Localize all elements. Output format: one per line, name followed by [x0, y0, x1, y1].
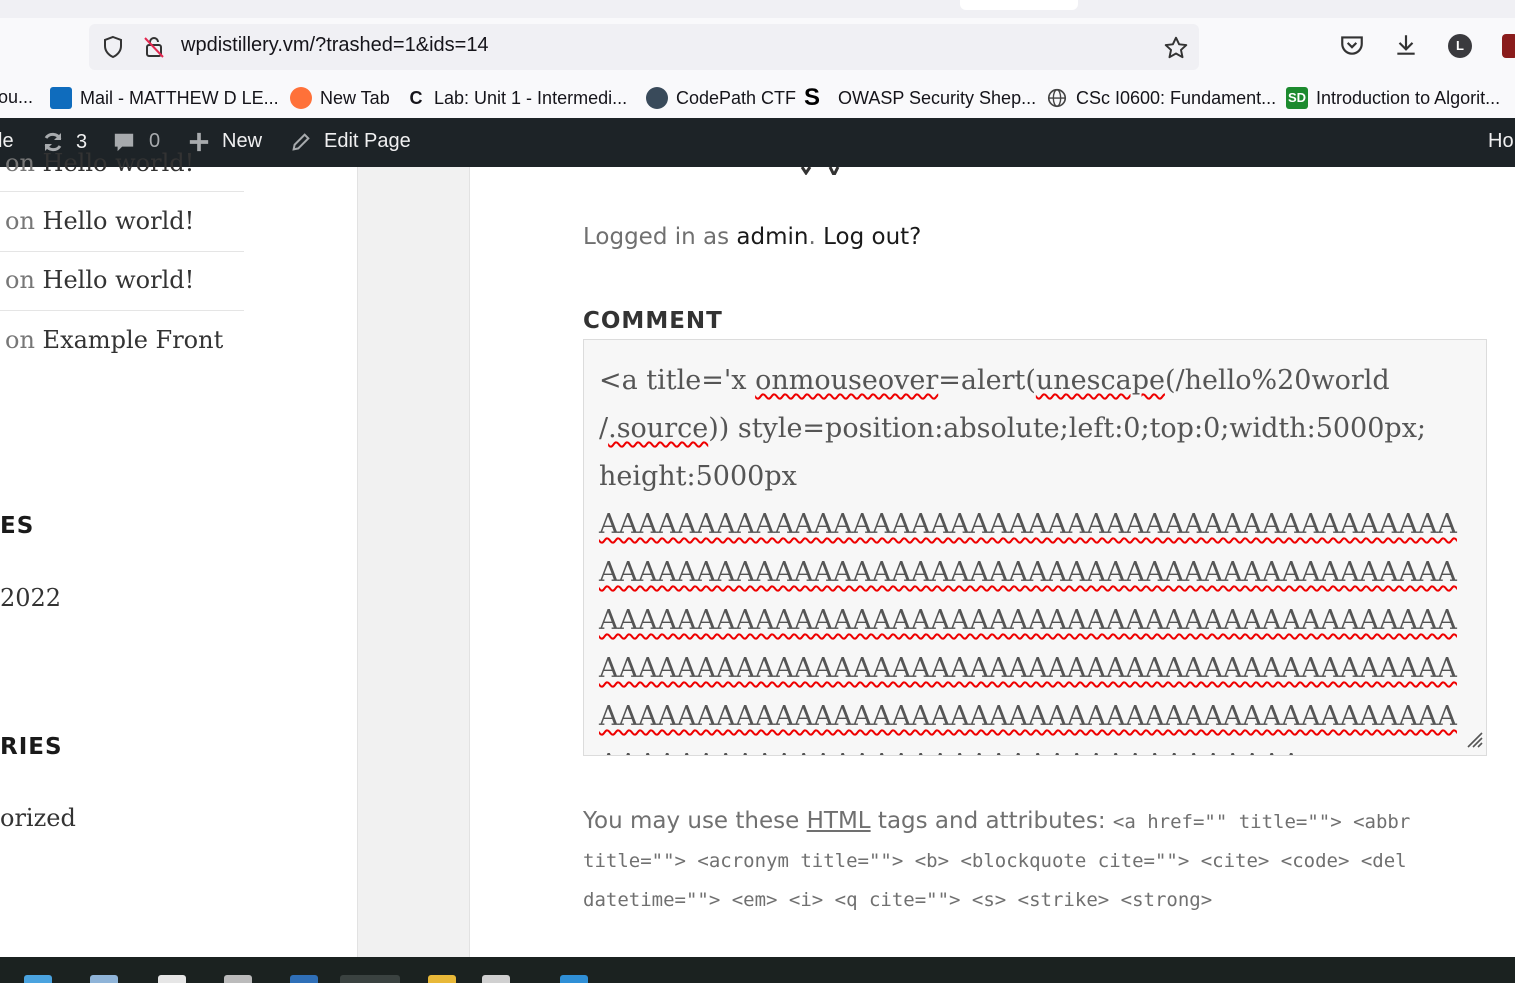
taskbar-app[interactable]: [224, 975, 252, 983]
divider: [0, 310, 244, 311]
edit-page-label: Edit Page: [324, 130, 411, 152]
howdy-account-link[interactable]: Ho: [1488, 130, 1514, 153]
sd-logo-icon: SD: [1286, 87, 1308, 109]
taskbar-app[interactable]: [482, 975, 510, 983]
period: .: [808, 224, 816, 250]
pencil-icon: [290, 131, 312, 153]
bookmark-label: New Tab: [320, 87, 390, 108]
taskbar-app[interactable]: [158, 975, 186, 983]
taskbar-app[interactable]: [90, 975, 118, 983]
recent-comment-item: on Example Front: [5, 326, 223, 354]
on-text: on: [5, 266, 35, 294]
archive-link[interactable]: 2022: [0, 584, 61, 612]
os-taskbar: [0, 957, 1515, 983]
categories-widget-title: RIES: [0, 734, 63, 760]
account-avatar[interactable]: L: [1448, 34, 1472, 58]
allowed-mid: tags and attributes:: [877, 808, 1106, 834]
sidebar: on Hello world! on Hello world! on Hello…: [0, 149, 358, 957]
divider: [0, 191, 244, 192]
firefox-icon: [290, 87, 312, 109]
recent-post-link[interactable]: Hello world!: [43, 149, 195, 177]
recent-post-link[interactable]: Hello world!: [43, 266, 195, 294]
taskbar-app-active[interactable]: [340, 975, 400, 983]
logged-in-prefix: Logged in as: [583, 224, 730, 250]
taskbar-app[interactable]: [24, 975, 52, 983]
bookmark-csc[interactable]: CSc I0600: Fundament...: [1046, 87, 1276, 109]
archives-widget-title: ES: [0, 513, 35, 539]
bookmark-label: OWASP Security Shep...: [838, 87, 1037, 108]
bookmark-algorithms[interactable]: SD Introduction to Algorit...: [1286, 87, 1500, 109]
bookmark-label: CSc I0600: Fundament...: [1076, 87, 1277, 108]
logout-link[interactable]: Log out?: [823, 224, 921, 250]
taskbar-app[interactable]: [560, 975, 588, 983]
allowed-tags-note: You may use these HTML tags and attribut…: [583, 802, 1483, 919]
howdy-fragment: Ho: [1488, 130, 1514, 152]
url-bar[interactable]: wpdistillery.vm/?trashed=1&ids=14: [89, 24, 1199, 70]
recent-comment-item: on Hello world!: [5, 207, 194, 235]
on-text: on: [5, 207, 35, 235]
main-content: Logged in as admin. Log out? COMMENT <a …: [470, 167, 1515, 957]
bookmark-label: Lab: Unit 1 - Intermedi...: [434, 87, 628, 108]
resize-handle-icon[interactable]: [1464, 729, 1484, 753]
edit-page-link[interactable]: Edit Page: [290, 130, 411, 153]
logged-in-line: Logged in as admin. Log out?: [583, 224, 921, 250]
globe-dark-icon: [646, 87, 668, 109]
comment-textarea[interactable]: <a title='x onmouseover=alert(unescape(/…: [583, 339, 1487, 756]
recent-post-link[interactable]: Example Front: [43, 326, 224, 354]
bookmarks-toolbar: ou... Mail - MATTHEW D LE... New Tab C L…: [0, 78, 1515, 118]
downloads-icon[interactable]: [1393, 32, 1419, 62]
wp-admin-bar: le 3 0 New Edit Page Ho: [0, 118, 1515, 167]
recent-post-link[interactable]: Hello world!: [43, 207, 195, 235]
tracking-shield-icon[interactable]: [101, 35, 125, 63]
canvas-icon: C: [409, 88, 423, 108]
recent-comment-item: on Hello world!: [5, 266, 194, 294]
insecure-lock-icon[interactable]: [142, 35, 166, 63]
bookmark-owasp[interactable]: S OWASP Security Shep...: [804, 84, 1037, 111]
bookmark-label: ou...: [0, 87, 34, 107]
navigation-toolbar: wpdistillery.vm/?trashed=1&ids=14: [0, 18, 1515, 78]
admin-profile-link[interactable]: admin: [736, 224, 808, 250]
s-logo-icon: S: [804, 84, 821, 111]
bookmark-label: Mail - MATTHEW D LE...: [80, 87, 279, 108]
on-text: on: [5, 326, 35, 354]
pocket-icon[interactable]: [1339, 32, 1365, 62]
new-label: New: [222, 130, 263, 152]
recent-comment-item: on Hello world!: [5, 149, 194, 177]
bookmark-label: Introduction to Algorit...: [1316, 87, 1501, 108]
content-gutter: [358, 167, 470, 957]
bookmark-mail[interactable]: Mail - MATTHEW D LE...: [50, 87, 279, 109]
bookmark-label: CodePath CTF: [676, 87, 797, 108]
active-tab[interactable]: [960, 0, 1078, 10]
on-text: on: [5, 149, 35, 177]
category-link[interactable]: orized: [0, 804, 76, 832]
bookmark-new-tab[interactable]: New Tab: [290, 87, 390, 109]
tab-strip: [0, 0, 1515, 18]
bookmark-lab-unit[interactable]: C Lab: Unit 1 - Intermedi...: [406, 87, 628, 109]
bookmark-star-icon[interactable]: [1163, 35, 1189, 65]
divider: [0, 251, 244, 252]
taskbar-app[interactable]: [428, 975, 456, 983]
comment-text: <a title='x onmouseover=alert(unescape(/…: [599, 365, 1457, 755]
taskbar-app[interactable]: [290, 975, 318, 983]
bookmark-codepath-ctf[interactable]: CodePath CTF: [646, 87, 796, 109]
allowed-prefix: You may use these: [583, 808, 800, 834]
cut-off-title-glyph: [800, 167, 840, 175]
outlook-icon: [50, 87, 72, 109]
url-text[interactable]: wpdistillery.vm/?trashed=1&ids=14: [181, 34, 489, 57]
new-content-link[interactable]: New: [188, 130, 262, 153]
bookmark-0[interactable]: ou...: [0, 87, 33, 108]
globe-icon: [1046, 87, 1068, 109]
html-abbr: HTML: [806, 808, 871, 834]
comment-label: COMMENT: [583, 308, 723, 334]
extension-icon[interactable]: [1502, 34, 1515, 58]
